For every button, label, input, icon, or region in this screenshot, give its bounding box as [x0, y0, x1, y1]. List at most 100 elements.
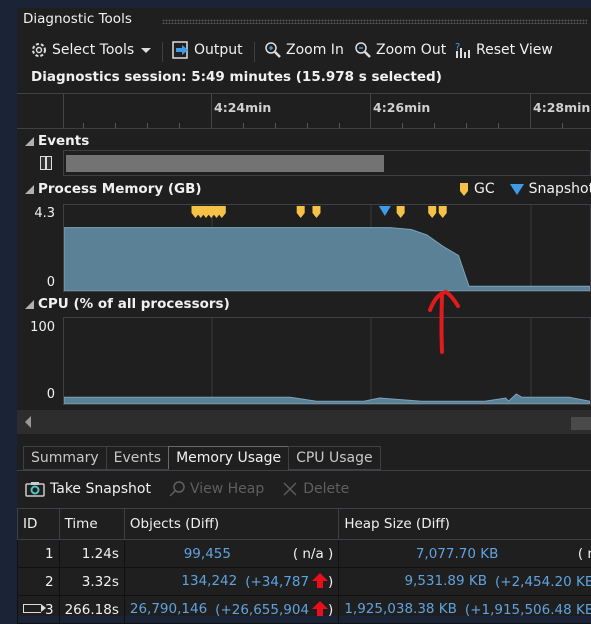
column-header-objects[interactable]: Objects (Diff): [124, 509, 338, 540]
cpu-chart[interactable]: [63, 317, 591, 405]
cell-heap-size[interactable]: 9,531.89 KB (+2,454.20 KB): [339, 568, 591, 596]
tab-memory-usage[interactable]: Memory Usage: [168, 446, 289, 470]
cell-id: 3: [18, 596, 60, 624]
snapshot-legend-label: Snapshot: [529, 181, 591, 197]
gc-marker[interactable]: [218, 206, 226, 218]
heap-size-link[interactable]: 1,925,038.38 KB: [344, 601, 457, 618]
memory-section-header[interactable]: Process Memory (GB): [25, 181, 202, 197]
events-title: Events: [38, 133, 89, 149]
collapse-triangle-icon[interactable]: [25, 300, 34, 309]
memory-y-min-label: 0: [21, 275, 55, 290]
drag-grip[interactable]: [162, 19, 587, 24]
gc-marker[interactable]: [312, 206, 320, 218]
gc-marker[interactable]: [297, 206, 305, 218]
toolbar-separator: [162, 42, 163, 62]
collapse-triangle-icon[interactable]: [25, 137, 34, 146]
cell-objects[interactable]: 134,242 (+34,787): [124, 568, 338, 596]
memory-chart[interactable]: [63, 204, 591, 292]
view-heap-label: View Heap: [190, 481, 264, 497]
cpu-y-min-label: 0: [21, 387, 55, 402]
session-info: Diagnostics session: 5:49 minutes (15.97…: [31, 69, 442, 85]
area-series: [64, 228, 590, 291]
tab-events[interactable]: Events: [106, 446, 169, 470]
events-track[interactable]: [63, 150, 591, 176]
heap-size-diff[interactable]: ( n/a ): [578, 546, 591, 562]
ruler-minor-tick: [243, 123, 244, 128]
ruler-major-tick: [211, 94, 212, 128]
ruler-minor-tick: [562, 123, 563, 128]
ruler-minor-tick: [307, 123, 308, 128]
table-row[interactable]: 11.24s99,455( n/a )7,077.70 KB( n/a ): [18, 540, 591, 568]
ruler-minor-tick: [115, 123, 116, 128]
take-snapshot-button[interactable]: Take Snapshot: [25, 481, 151, 497]
cpu-section-header[interactable]: CPU (% of all processors): [25, 296, 230, 312]
select-tools-label: Select Tools: [52, 42, 134, 58]
select-tools-button[interactable]: Select Tools: [30, 41, 151, 59]
column-header-heap-size[interactable]: Heap Size (Diff): [339, 509, 591, 540]
camera-icon: [25, 481, 45, 497]
zoom-in-label: Zoom In: [286, 42, 344, 58]
scroll-left-arrow-icon[interactable]: [25, 416, 31, 428]
dropdown-arrow-icon: [141, 48, 151, 53]
snapshot-marker[interactable]: [379, 206, 391, 216]
tab-summary[interactable]: Summary: [23, 446, 107, 470]
zoom-out-icon: [354, 41, 372, 59]
take-snapshot-label: Take Snapshot: [50, 481, 151, 497]
objects-link[interactable]: 26,790,146: [130, 601, 207, 618]
scrollbar-thumb[interactable]: [571, 417, 591, 430]
cell-time: 3.32s: [59, 568, 124, 596]
heap-size-link[interactable]: 9,531.89 KB: [404, 573, 487, 590]
panel-title: Diagnostic Tools: [23, 11, 132, 27]
heap-size-diff[interactable]: (+1,915,506.48 KB): [465, 601, 591, 618]
increase-arrow-icon: [312, 573, 328, 588]
output-label: Output: [194, 42, 243, 58]
ruler-label: 4:28min: [533, 100, 590, 115]
objects-link[interactable]: 134,242: [181, 573, 237, 590]
reset-view-icon: ?: [454, 41, 472, 59]
column-header-time[interactable]: Time: [59, 509, 124, 540]
cpu-y-max-label: 100: [21, 320, 55, 335]
cell-objects[interactable]: 26,790,146 (+26,655,904): [124, 596, 338, 624]
cell-id: 1: [18, 540, 60, 568]
ruler-minor-tick: [179, 123, 180, 128]
gc-marker[interactable]: [439, 206, 447, 218]
zoom-in-button[interactable]: Zoom In: [264, 41, 344, 59]
zoom-in-icon: [264, 41, 282, 59]
view-heap-button[interactable]: View Heap: [169, 481, 264, 497]
timeline-ruler[interactable]: 4:24min 4:26min 4:28min: [17, 93, 591, 129]
cell-heap-size[interactable]: 1,925,038.38 KB (+1,915,506.48 KB): [339, 596, 591, 624]
table-header-row: ID Time Objects (Diff) Heap Size (Diff): [18, 509, 591, 540]
cell-objects[interactable]: 99,455 ( n/a ): [124, 540, 338, 568]
table-row[interactable]: 3266.18s26,790,146(+26,655,904)1,925,038…: [18, 596, 591, 624]
objects-diff[interactable]: (+26,655,904): [215, 601, 333, 618]
tab-divider: [17, 470, 591, 471]
gc-legend-icon: [459, 182, 469, 196]
delete-button[interactable]: Delete: [282, 481, 349, 497]
heap-size-diff[interactable]: (+2,454.20 KB): [495, 573, 591, 590]
objects-diff[interactable]: ( n/a ): [293, 546, 334, 562]
memory-legend: GC Snapshot: [459, 181, 591, 197]
reset-view-button[interactable]: ? Reset View: [454, 41, 553, 59]
table-row[interactable]: 23.32s134,242(+34,787)9,531.89 KB(+2,454…: [18, 568, 591, 596]
diff-close-paren: ): [328, 574, 333, 590]
delete-label: Delete: [303, 481, 349, 497]
collapse-triangle-icon[interactable]: [25, 185, 34, 194]
left-dock-edge: [8, 8, 17, 616]
ruler-label: 4:24min: [214, 100, 271, 115]
cell-heap-size[interactable]: 7,077.70 KB ( n/a ): [339, 540, 591, 568]
gc-marker[interactable]: [428, 206, 436, 218]
gc-marker[interactable]: [397, 206, 405, 218]
pause-icon[interactable]: [40, 156, 52, 170]
output-button[interactable]: Output: [172, 41, 243, 59]
objects-link[interactable]: 99,455: [184, 546, 231, 562]
column-header-id[interactable]: ID: [18, 509, 60, 540]
zoom-out-button[interactable]: Zoom Out: [354, 41, 446, 59]
events-section-header[interactable]: Events: [25, 133, 89, 149]
timeline-scrollbar[interactable]: [17, 410, 591, 434]
panel-titlebar[interactable]: Diagnostic Tools: [17, 8, 591, 32]
objects-diff[interactable]: (+34,787): [245, 573, 333, 590]
heap-size-link[interactable]: 7,077.70 KB: [416, 546, 499, 562]
tab-cpu-usage[interactable]: CPU Usage: [288, 446, 381, 470]
events-bar: [66, 155, 384, 172]
snapshot-legend-icon: [510, 183, 524, 195]
